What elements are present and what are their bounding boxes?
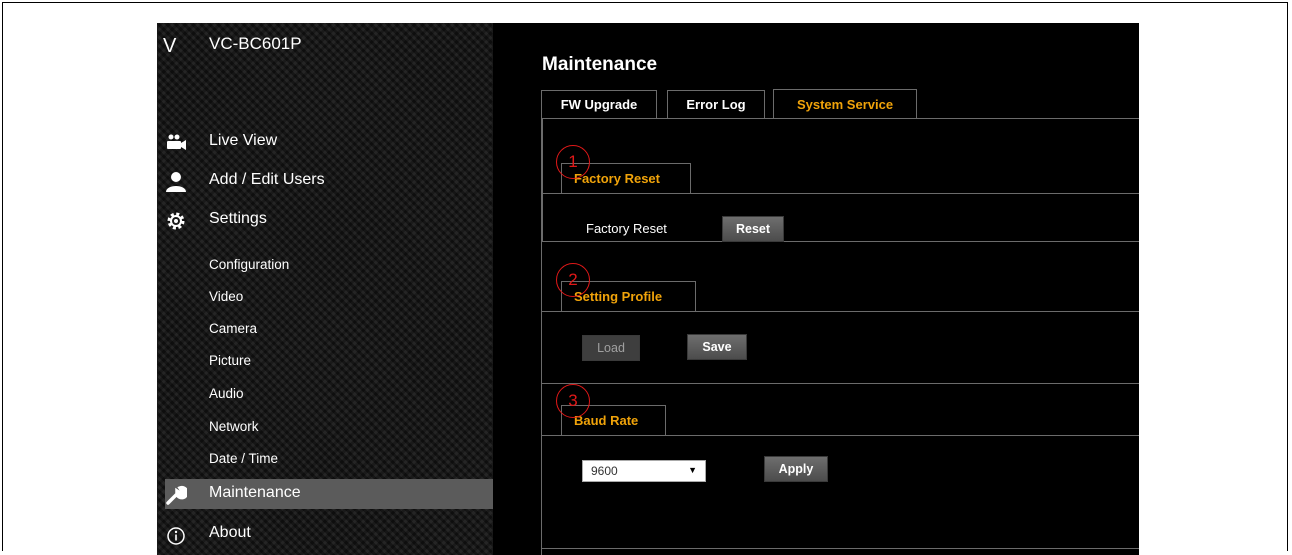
main-content: Maintenance FW Upgrade Error Log System … (493, 23, 1139, 555)
tab-error-log[interactable]: Error Log (667, 90, 765, 118)
sidebar: V VC-BC601P Live View Add / Edit Users S… (157, 23, 493, 555)
load-button[interactable]: Load (582, 335, 640, 361)
baud-rate-select[interactable]: 9600 ▼ (582, 460, 706, 482)
apply-button[interactable]: Apply (764, 456, 828, 482)
nav-maintenance-label: Maintenance (209, 484, 301, 501)
nav-audio[interactable]: Audio (209, 386, 244, 401)
nav-add-edit-users-label: Add / Edit Users (209, 171, 325, 188)
callout-marker-2: 2 (556, 263, 590, 297)
system-service-panel: Factory Reset 1 Factory Reset Reset Sett… (541, 118, 1139, 555)
nav-maintenance[interactable]: Maintenance (157, 479, 493, 509)
people-camera-icon (165, 132, 187, 152)
nav-date-time[interactable]: Date / Time (209, 451, 278, 466)
reset-button[interactable]: Reset (722, 216, 784, 242)
nav-network[interactable]: Network (209, 419, 259, 434)
callout-marker-1: 1 (556, 145, 590, 179)
nav-settings[interactable]: Settings (157, 205, 493, 235)
nav-add-edit-users[interactable]: Add / Edit Users (157, 166, 493, 196)
nav-video[interactable]: Video (209, 289, 243, 304)
info-icon (165, 524, 187, 545)
nav-configuration[interactable]: Configuration (209, 257, 289, 272)
nav-camera[interactable]: Camera (209, 321, 257, 336)
tab-system-service[interactable]: System Service (773, 89, 917, 119)
user-icon (165, 171, 187, 192)
nav-live-view[interactable]: Live View (157, 127, 493, 157)
brand-logo: V (163, 35, 177, 57)
factory-reset-divider (542, 193, 1139, 194)
setting-profile-divider (542, 311, 1139, 312)
camera-web-ui: V VC-BC601P Live View Add / Edit Users S… (157, 23, 1139, 555)
panel-bottom-divider (542, 548, 1139, 549)
nav-about-label: About (209, 524, 251, 541)
baud-rate-value: 9600 (591, 464, 618, 478)
gear-icon (165, 210, 187, 230)
nav-about[interactable]: About (157, 519, 493, 549)
wrench-icon (165, 484, 189, 505)
save-button[interactable]: Save (687, 334, 747, 360)
baud-rate-divider (542, 435, 1139, 436)
factory-reset-label: Factory Reset (586, 221, 667, 236)
callout-marker-3: 3 (556, 384, 590, 418)
nav-picture[interactable]: Picture (209, 353, 251, 368)
page-title: Maintenance (542, 54, 658, 75)
model-name: VC-BC601P (209, 34, 302, 53)
baud-rate-top-divider (542, 383, 1139, 384)
dropdown-arrow-icon: ▼ (688, 465, 697, 475)
nav-settings-label: Settings (209, 210, 267, 227)
tab-fw-upgrade[interactable]: FW Upgrade (541, 90, 657, 118)
nav-live-view-label: Live View (209, 132, 278, 149)
